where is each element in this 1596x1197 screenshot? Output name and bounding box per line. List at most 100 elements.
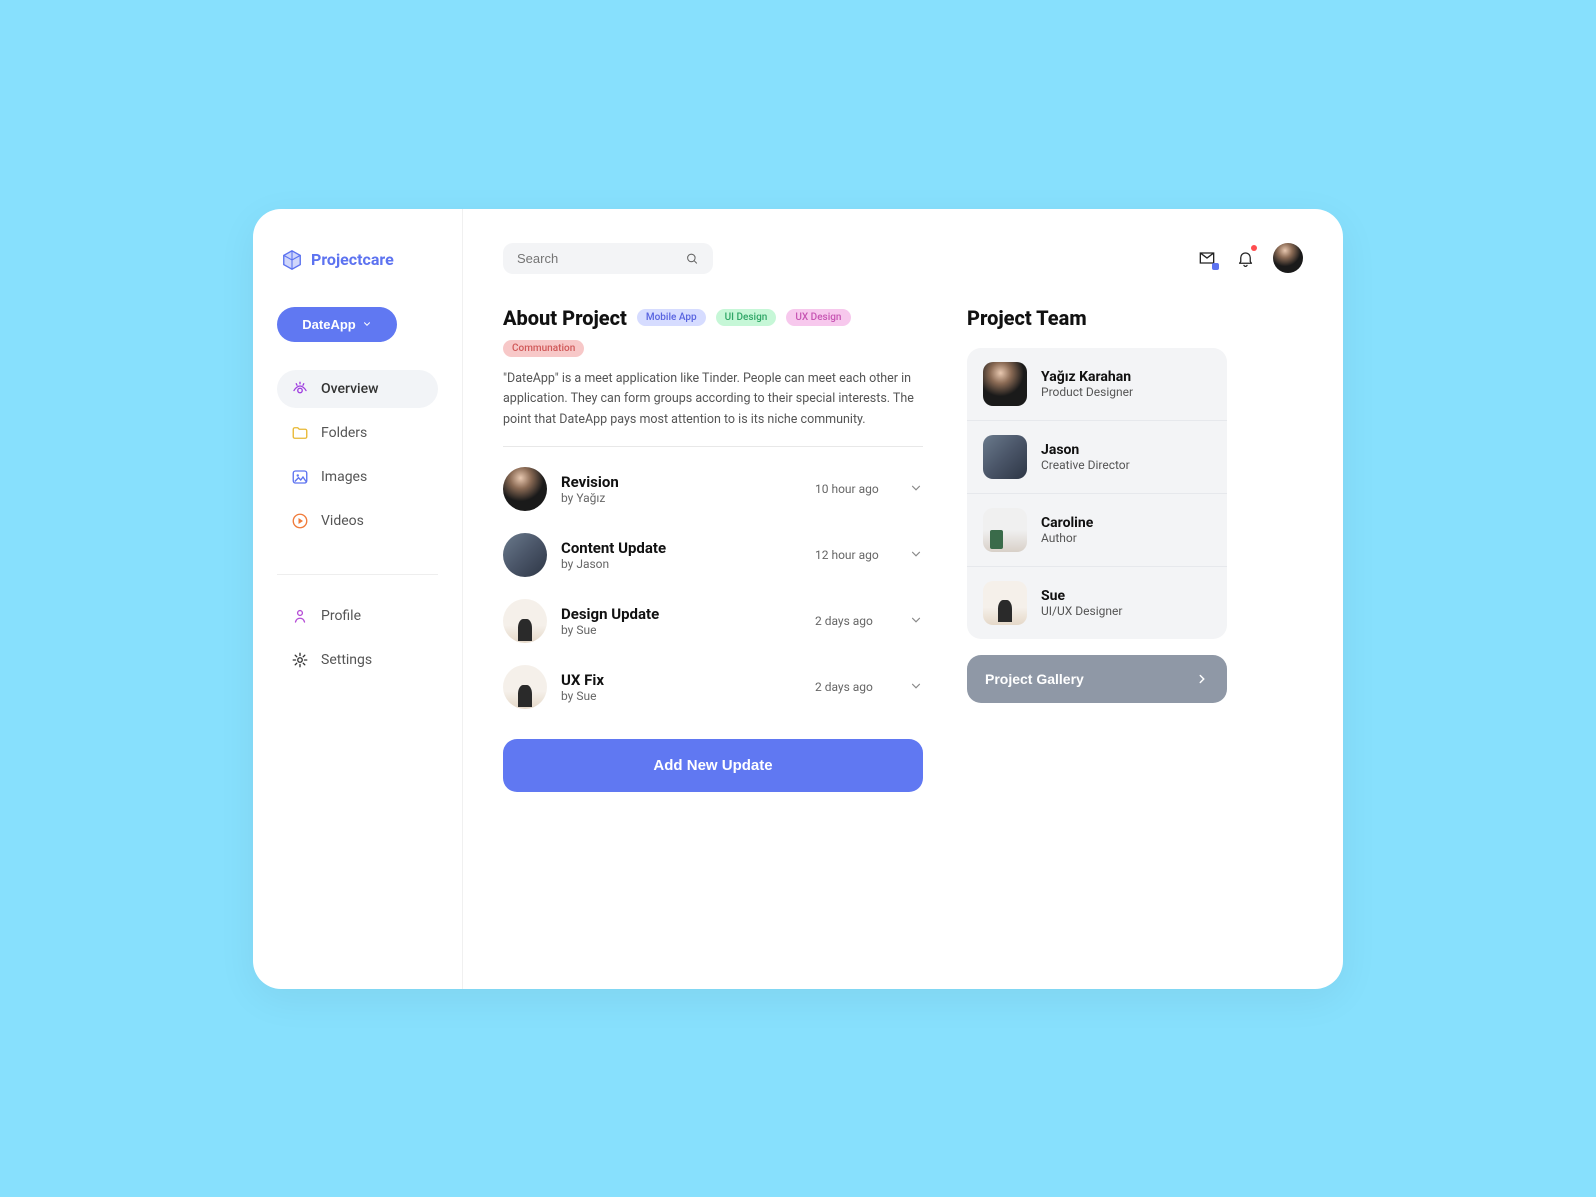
search-input[interactable] bbox=[517, 251, 685, 266]
sidebar-item-label: Overview bbox=[321, 381, 378, 397]
video-icon bbox=[291, 512, 309, 530]
sidebar-item-profile[interactable]: Profile bbox=[277, 597, 438, 635]
folder-icon bbox=[291, 424, 309, 442]
team-info: Sue UI/UX Designer bbox=[1041, 588, 1122, 618]
update-title: Revision bbox=[561, 473, 801, 491]
update-title: Content Update bbox=[561, 539, 801, 557]
sidebar-item-settings[interactable]: Settings bbox=[277, 641, 438, 679]
chevron-down-icon bbox=[909, 679, 923, 693]
team-info: Yağız Karahan Product Designer bbox=[1041, 369, 1133, 399]
team-title: Project Team bbox=[967, 306, 1227, 330]
topbar bbox=[503, 243, 1303, 274]
update-info: Content Update by Jason bbox=[561, 539, 801, 571]
update-time: 12 hour ago bbox=[815, 548, 895, 562]
team-member-row[interactable]: Caroline Author bbox=[967, 494, 1227, 567]
expand-button[interactable] bbox=[909, 480, 923, 499]
sidebar-divider bbox=[277, 574, 438, 575]
project-selector-label: DateApp bbox=[302, 317, 355, 332]
brand-icon bbox=[281, 249, 303, 271]
update-info: Design Update by Sue bbox=[561, 605, 801, 637]
sidebar-bottom-nav: Profile Settings bbox=[277, 597, 438, 679]
notifications-button[interactable] bbox=[1235, 248, 1255, 268]
add-update-button[interactable]: Add New Update bbox=[503, 739, 923, 792]
team-member-role: UI/UX Designer bbox=[1041, 604, 1122, 618]
team-column: Project Team Yağız Karahan Product Desig… bbox=[967, 306, 1227, 955]
sidebar-item-label: Profile bbox=[321, 608, 361, 624]
sidebar-nav: Overview Folders Images Videos bbox=[277, 370, 438, 540]
expand-button[interactable] bbox=[909, 612, 923, 631]
update-title: UX Fix bbox=[561, 671, 801, 689]
team-member-row[interactable]: Sue UI/UX Designer bbox=[967, 567, 1227, 639]
sidebar-item-label: Images bbox=[321, 469, 367, 485]
project-tag: UX Design bbox=[786, 309, 850, 326]
team-member-role: Creative Director bbox=[1041, 458, 1130, 472]
topbar-actions bbox=[1197, 243, 1303, 273]
updates-list: Revision by Yağız 10 hour ago Content Up… bbox=[503, 467, 923, 709]
update-info: Revision by Yağız bbox=[561, 473, 801, 505]
eye-icon bbox=[291, 380, 309, 398]
main-area: About Project Mobile App UI Design UX De… bbox=[463, 209, 1343, 989]
chevron-down-icon bbox=[362, 319, 372, 329]
expand-button[interactable] bbox=[909, 678, 923, 697]
about-column: About Project Mobile App UI Design UX De… bbox=[503, 306, 923, 955]
sidebar-item-images[interactable]: Images bbox=[277, 458, 438, 496]
image-icon bbox=[291, 468, 309, 486]
update-avatar bbox=[503, 533, 547, 577]
expand-button[interactable] bbox=[909, 546, 923, 565]
notification-badge bbox=[1251, 245, 1257, 251]
team-member-name: Yağız Karahan bbox=[1041, 369, 1133, 385]
update-time: 2 days ago bbox=[815, 614, 895, 628]
sidebar-item-videos[interactable]: Videos bbox=[277, 502, 438, 540]
team-member-name: Caroline bbox=[1041, 515, 1093, 531]
team-member-row[interactable]: Jason Creative Director bbox=[967, 421, 1227, 494]
profile-icon bbox=[291, 607, 309, 625]
team-avatar bbox=[983, 581, 1027, 625]
brand-name: Projectcare bbox=[311, 250, 394, 269]
team-avatar bbox=[983, 362, 1027, 406]
update-row[interactable]: UX Fix by Sue 2 days ago bbox=[503, 665, 923, 709]
project-selector-button[interactable]: DateApp bbox=[277, 307, 397, 342]
divider bbox=[503, 446, 923, 447]
update-author: by Jason bbox=[561, 557, 801, 571]
team-member-role: Product Designer bbox=[1041, 385, 1133, 399]
sidebar-item-folders[interactable]: Folders bbox=[277, 414, 438, 452]
chevron-down-icon bbox=[909, 613, 923, 627]
update-author: by Sue bbox=[561, 623, 801, 637]
inbox-badge bbox=[1212, 263, 1219, 270]
user-avatar[interactable] bbox=[1273, 243, 1303, 273]
update-author: by Yağız bbox=[561, 491, 801, 505]
project-tag: UI Design bbox=[716, 309, 777, 326]
update-avatar bbox=[503, 599, 547, 643]
update-info: UX Fix by Sue bbox=[561, 671, 801, 703]
update-avatar bbox=[503, 467, 547, 511]
chevron-down-icon bbox=[909, 547, 923, 561]
project-gallery-button[interactable]: Project Gallery bbox=[967, 655, 1227, 703]
update-row[interactable]: Revision by Yağız 10 hour ago bbox=[503, 467, 923, 511]
team-card: Yağız Karahan Product Designer Jason Cre… bbox=[967, 348, 1227, 639]
update-title: Design Update bbox=[561, 605, 801, 623]
update-time: 2 days ago bbox=[815, 680, 895, 694]
add-update-label: Add New Update bbox=[653, 757, 772, 774]
search-box[interactable] bbox=[503, 243, 713, 274]
team-info: Caroline Author bbox=[1041, 515, 1093, 545]
team-member-name: Sue bbox=[1041, 588, 1122, 604]
update-avatar bbox=[503, 665, 547, 709]
team-member-role: Author bbox=[1041, 531, 1093, 545]
sidebar-item-overview[interactable]: Overview bbox=[277, 370, 438, 408]
team-member-row[interactable]: Yağız Karahan Product Designer bbox=[967, 348, 1227, 421]
about-title: About Project bbox=[503, 306, 627, 330]
about-header: About Project Mobile App UI Design UX De… bbox=[503, 306, 923, 357]
sidebar-item-label: Folders bbox=[321, 425, 367, 441]
sidebar-item-label: Videos bbox=[321, 513, 364, 529]
team-avatar bbox=[983, 435, 1027, 479]
search-icon bbox=[685, 251, 699, 266]
bell-icon bbox=[1236, 249, 1255, 268]
content-columns: About Project Mobile App UI Design UX De… bbox=[503, 306, 1303, 955]
project-tag: Communation bbox=[503, 340, 584, 357]
update-row[interactable]: Content Update by Jason 12 hour ago bbox=[503, 533, 923, 577]
team-member-name: Jason bbox=[1041, 442, 1130, 458]
update-row[interactable]: Design Update by Sue 2 days ago bbox=[503, 599, 923, 643]
chevron-down-icon bbox=[909, 481, 923, 495]
inbox-button[interactable] bbox=[1197, 248, 1217, 268]
project-tag: Mobile App bbox=[637, 309, 706, 326]
